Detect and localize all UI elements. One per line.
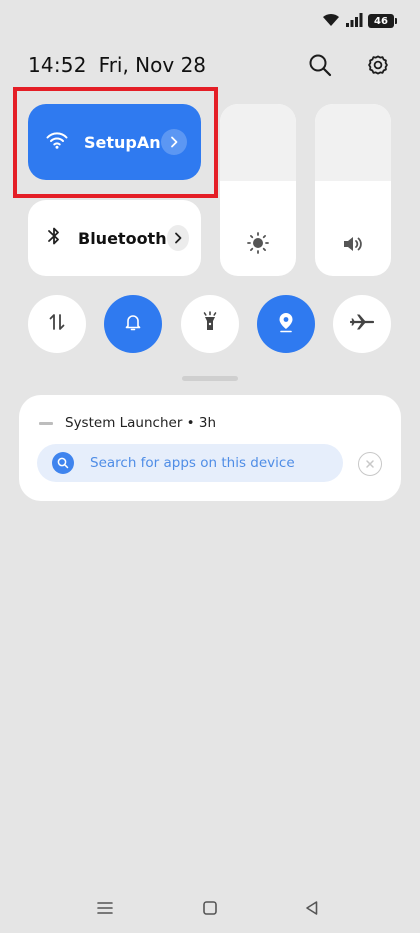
airplane-icon xyxy=(349,312,375,336)
clock: 14:52 xyxy=(28,53,87,77)
volume-slider[interactable] xyxy=(315,104,391,276)
menu-icon[interactable] xyxy=(92,895,118,921)
airplane-mode-toggle[interactable] xyxy=(333,295,391,353)
cellular-signal-icon xyxy=(345,12,363,31)
location-toggle[interactable] xyxy=(256,295,315,353)
app-icon xyxy=(37,417,55,429)
quick-settings-header: 14:52 Fri, Nov 28 xyxy=(28,48,392,82)
notification-title: System Launcher • 3h xyxy=(65,415,217,431)
location-pin-icon xyxy=(277,311,295,337)
back-icon[interactable] xyxy=(299,895,325,921)
flashlight-icon xyxy=(200,311,220,337)
wifi-tile[interactable]: SetupAn.. xyxy=(28,104,201,180)
data-transfer-icon xyxy=(47,312,67,336)
wifi-icon xyxy=(46,131,68,153)
search-placeholder: Search for apps on this device xyxy=(90,455,295,471)
sound-toggle[interactable] xyxy=(104,295,163,353)
close-icon[interactable] xyxy=(358,452,382,476)
battery-level: 46 xyxy=(374,15,388,27)
brightness-icon xyxy=(220,232,296,254)
bluetooth-details-chevron-icon[interactable] xyxy=(166,225,189,251)
wifi-details-chevron-icon[interactable] xyxy=(161,129,187,155)
volume-icon xyxy=(315,234,391,254)
status-bar: 46 xyxy=(322,10,397,32)
bell-icon xyxy=(123,312,143,336)
app-search-bar[interactable]: Search for apps on this device xyxy=(37,444,343,482)
home-icon[interactable] xyxy=(197,895,223,921)
navigation-bar xyxy=(0,895,420,921)
wifi-network-name: SetupAn.. xyxy=(84,132,161,152)
battery-icon: 46 xyxy=(368,14,397,28)
bluetooth-tile[interactable]: Bluetooth xyxy=(28,200,201,276)
flashlight-toggle[interactable] xyxy=(180,295,239,353)
brightness-slider[interactable] xyxy=(220,104,296,276)
mobile-data-toggle[interactable] xyxy=(28,295,86,353)
date: Fri, Nov 28 xyxy=(98,53,207,77)
wifi-signal-icon xyxy=(322,12,340,31)
bluetooth-icon xyxy=(46,225,62,251)
bluetooth-label: Bluetooth xyxy=(78,228,167,248)
quick-toggles-row xyxy=(28,295,391,353)
brightness-slider-empty xyxy=(220,104,296,182)
search-icon[interactable] xyxy=(306,51,334,79)
gear-icon[interactable] xyxy=(364,51,392,79)
search-icon xyxy=(52,452,74,474)
notification-header: System Launcher • 3h xyxy=(37,415,216,431)
panel-drag-handle[interactable] xyxy=(182,376,238,381)
volume-slider-empty xyxy=(315,104,391,182)
notification-card[interactable]: System Launcher • 3h Search for apps on … xyxy=(19,395,401,501)
